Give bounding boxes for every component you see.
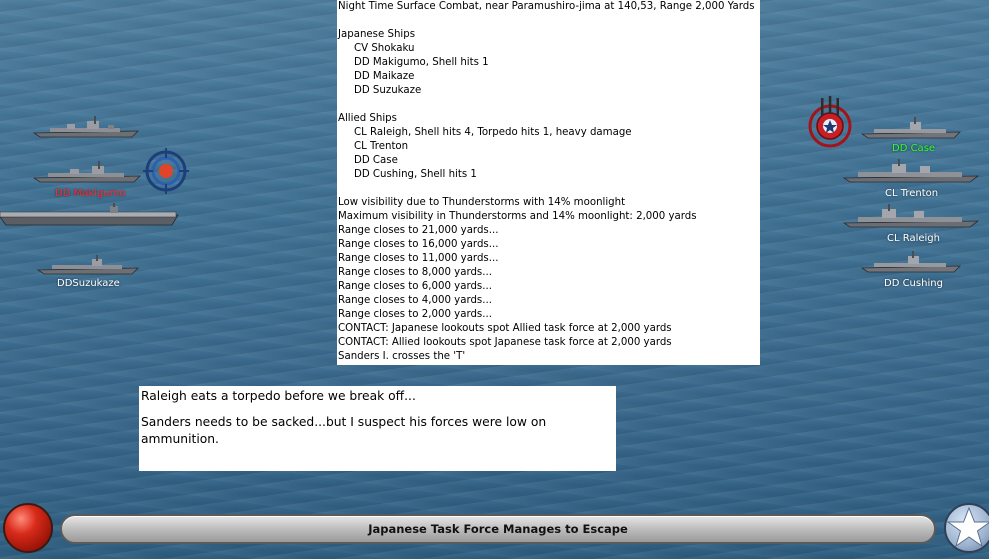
makigumo-label: DD Makigumo [55, 188, 126, 199]
event-line: Low visibility due to Thunderstorms with… [338, 197, 626, 208]
japanese-ship-suzukaze[interactable] [36, 254, 142, 276]
report-header: Night Time Surface Combat, near Paramush… [338, 1, 755, 12]
japanese-ship-makigumo[interactable] [32, 158, 144, 184]
combat-report: Night Time Surface Combat, near Paramush… [337, 0, 760, 365]
event-line: Range closes to 2,000 yards... [338, 309, 492, 320]
japanese-ship-entry: DD Makigumo, Shell hits 1 [354, 57, 489, 68]
event-line: Range closes to 21,000 yards... [338, 225, 499, 236]
allied-ship-case[interactable] [860, 116, 964, 140]
trenton-label: CL Trenton [885, 188, 939, 199]
allied-ship-entry: CL Raleigh, Shell hits 4, Torpedo hits 1… [354, 127, 632, 138]
event-line: CONTACT: Japanese lookouts spot Allied t… [338, 323, 672, 334]
japanese-ship-entry: CV Shokaku [354, 43, 415, 54]
white-star-icon[interactable] [944, 503, 989, 553]
event-line: Range closes to 6,000 yards... [338, 281, 492, 292]
commentary-box: Raleigh eats a torpedo before we break o… [139, 386, 616, 471]
japanese-ship-shokaku-destroyer[interactable] [32, 113, 142, 139]
target-reticle-icon[interactable] [143, 148, 189, 198]
allied-ship-entry: CL Trenton [354, 141, 409, 152]
raleigh-label: CL Raleigh [887, 233, 940, 244]
japanese-ship-entry: DD Maikaze [354, 71, 415, 82]
event-line: Range closes to 11,000 yards... [338, 253, 499, 264]
japanese-ship-entry: DD Suzukaze [354, 85, 422, 96]
allied-ships-title: Allied Ships [338, 113, 397, 124]
status-bar: Japanese Task Force Manages to Escape [60, 514, 936, 544]
allied-ship-entry: DD Case [354, 155, 398, 166]
commentary-line: Raleigh eats a torpedo before we break o… [141, 389, 416, 403]
allied-ship-trenton[interactable] [842, 158, 982, 184]
japanese-carrier-shokaku[interactable] [0, 203, 180, 229]
status-message: Japanese Task Force Manages to Escape [368, 522, 628, 536]
event-line: Range closes to 8,000 yards... [338, 267, 492, 278]
anti-aircraft-target-icon[interactable] [806, 96, 854, 154]
event-line: Sanders I. crosses the 'T' [338, 351, 466, 362]
case-label: DD Case [892, 143, 936, 154]
event-line: Range closes to 4,000 yards... [338, 295, 492, 306]
red-button-icon[interactable] [3, 503, 53, 553]
suzukaze-label: DDSuzukaze [57, 278, 120, 289]
japanese-ships-title: Japanese Ships [338, 29, 416, 40]
allied-ship-cushing[interactable] [860, 250, 964, 274]
event-line: Range closes to 16,000 yards... [338, 239, 499, 250]
allied-ship-entry: DD Cushing, Shell hits 1 [354, 169, 477, 180]
event-line: CONTACT: Allied lookouts spot Japanese t… [338, 337, 672, 348]
allied-ship-raleigh[interactable] [842, 203, 982, 229]
event-line: Maximum visibility in Thunderstorms and … [338, 211, 697, 222]
cushing-label: DD Cushing [884, 278, 943, 289]
commentary-line: Sanders needs to be sacked...but I suspe… [141, 415, 547, 446]
